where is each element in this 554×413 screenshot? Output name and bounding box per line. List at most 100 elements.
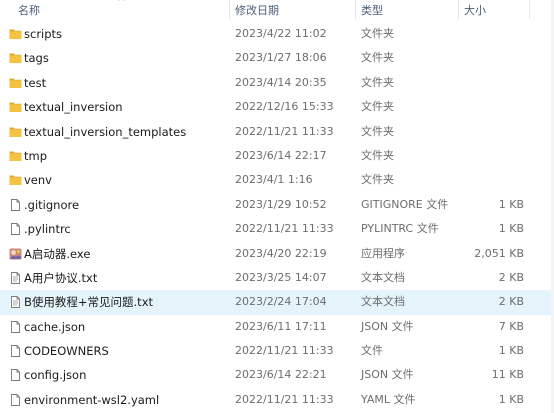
file-name: tmp [24,148,48,163]
file-name: CODEOWNERS [24,344,109,359]
file-type: 文件 [361,344,383,358]
file-modified-date: 2023/2/24 17:04 [235,295,327,309]
file-row[interactable]: CODEOWNERS 2022/11/21 11:33 文件 1 KB [0,339,554,363]
file-row[interactable]: A用户协议.txt 2023/3/25 14:07 文本文档 2 KB [0,266,554,290]
file-row[interactable]: tags 2023/1/27 18:06 文件夹 [0,46,554,70]
file-type: 文件夹 [361,75,394,89]
file-row[interactable]: .pylintrc 2022/11/21 11:33 PYLINTRC 文件 1 KB [0,217,554,241]
column-header-name[interactable]: 名称 [18,2,40,18]
file-modified-date: 2023/4/22 11:02 [235,27,327,40]
file-size: 11 KB [491,368,524,382]
file-type: 文件夹 [361,124,394,138]
file-row[interactable]: venv 2023/4/1 1:16 文件夹 [0,168,554,192]
file-name: test [24,75,47,90]
file-modified-date: 2023/4/14 20:35 [235,75,327,89]
file-name: .pylintrc [24,222,71,237]
file-name: A启动器.exe [24,246,91,261]
column-divider[interactable] [355,0,356,19]
folder-icon [9,174,22,186]
file-icon [9,320,22,333]
file-type: 文件夹 [361,100,394,114]
file-type: GITIGNORE 文件 [361,197,449,211]
file-row[interactable]: B使用教程+常见问题.txt 2023/2/24 17:04 文本文档 2 KB [0,290,554,315]
file-size: 1 KB [498,344,524,358]
file-type: YAML 文件 [361,392,416,406]
file-type: JSON 文件 [361,368,414,382]
file-row[interactable]: cache.json 2023/6/11 17:11 JSON 文件 7 KB [0,315,554,339]
text-file-icon [9,271,22,284]
file-name: config.json [24,368,87,383]
file-row[interactable]: scripts 2023/4/22 11:02 文件夹 [0,22,554,46]
file-size: 2,051 KB [474,246,524,260]
file-row[interactable]: tmp 2023/6/14 22:17 文件夹 [0,144,554,168]
file-row[interactable]: environment-wsl2.yaml 2022/11/21 11:33 YAM… [0,388,554,412]
file-type: 文件夹 [361,173,394,187]
file-row[interactable]: textual_inversion_templates 2022/11/21 11… [0,120,554,144]
text-file-icon [9,296,22,309]
file-modified-date: 2023/4/20 22:19 [235,246,327,260]
file-name: textual_inversion_templates [24,124,187,139]
file-modified-date: 2023/6/11 17:11 [235,319,327,333]
column-header-bar: 名称 ^ 修改日期 类型 大小 [0,0,554,19]
file-type: 文件夹 [361,27,394,40]
file-size: 1 KB [498,392,524,406]
file-name: A用户协议.txt [24,270,98,285]
file-name: scripts [24,27,63,41]
file-modified-date: 2023/3/25 14:07 [235,270,327,284]
column-divider[interactable] [229,0,230,19]
file-modified-date: 2023/4/1 1:16 [235,173,313,187]
column-divider[interactable] [529,0,530,19]
file-modified-date: 2023/6/14 22:17 [235,148,327,162]
file-modified-date: 2022/11/21 11:33 [235,344,334,358]
column-divider[interactable] [458,0,459,19]
folder-icon [9,77,22,89]
file-size: 7 KB [498,319,524,333]
column-header-size[interactable]: 大小 [464,2,486,18]
folder-icon [9,126,22,138]
file-size: 1 KB [498,222,524,236]
file-icon [9,198,22,211]
file-row[interactable]: config.json 2023/6/14 22:21 JSON 文件 11 KB [0,363,554,387]
file-type: 文本文档 [361,295,405,309]
file-modified-date: 2022/11/21 11:33 [235,124,334,138]
file-icon [9,345,22,358]
file-row[interactable]: .gitignore 2023/1/29 10:52 GITIGNORE 文件 1 K… [0,193,554,217]
file-name: tags [24,51,49,66]
file-type: 文本文档 [361,270,405,284]
sort-ascending-icon: ^ [117,0,126,8]
file-size: 2 KB [498,270,524,284]
file-type: PYLINTRC 文件 [361,222,439,236]
file-size: 1 KB [498,197,524,211]
file-name: B使用教程+常见问题.txt [24,295,154,310]
file-name: .gitignore [24,197,80,212]
file-modified-date: 2023/1/29 10:52 [235,197,327,211]
file-type: JSON 文件 [361,319,414,333]
file-icon [9,393,22,406]
folder-icon [9,52,22,64]
file-size: 2 KB [498,295,524,309]
file-type: 文件夹 [361,148,394,162]
app-icon [9,248,22,260]
file-name: venv [24,173,52,188]
file-type: 文件夹 [361,51,394,65]
column-header-date[interactable]: 修改日期 [235,2,279,18]
file-icon [9,369,22,382]
file-row[interactable]: textual_inversion 2022/12/16 15:33 文件夹 [0,95,554,119]
file-icon [9,223,22,236]
file-row[interactable]: test 2023/4/14 20:35 文件夹 [0,71,554,95]
file-modified-date: 2023/1/27 18:06 [235,51,327,65]
file-name: cache.json [24,319,86,334]
file-modified-date: 2022/11/21 11:33 [235,392,334,406]
file-modified-date: 2023/6/14 22:21 [235,368,327,382]
file-modified-date: 2022/12/16 15:33 [235,100,334,114]
file-row[interactable]: A启动器.exe 2023/4/20 22:19 应用程序 2,051 KB [0,242,554,266]
file-list: scripts 2023/4/22 11:02 文件夹 tags 2023/1/27 1… [0,22,554,412]
file-type: 应用程序 [361,246,405,260]
file-modified-date: 2022/11/21 11:33 [235,222,334,236]
folder-icon [9,28,22,40]
file-name: textual_inversion [24,100,123,115]
file-explorer: 名称 ^ 修改日期 类型 大小 scripts 2023/4/22 11:02 文件… [0,0,554,413]
folder-icon [9,101,22,113]
folder-icon [9,150,22,162]
column-header-type[interactable]: 类型 [361,2,383,18]
